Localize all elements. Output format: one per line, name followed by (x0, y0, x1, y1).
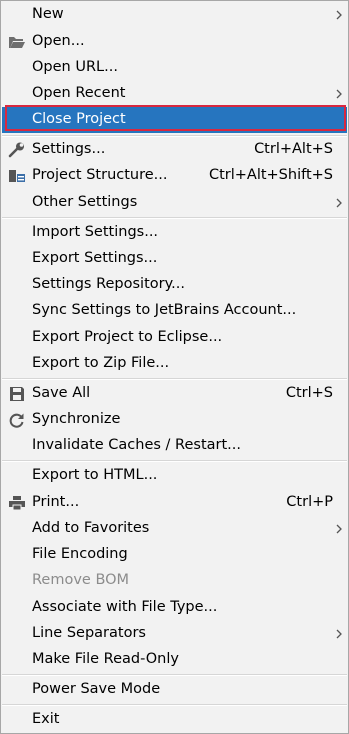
menu-item-print[interactable]: Print... Ctrl+P (2, 490, 347, 516)
printer-icon (9, 496, 25, 511)
menu-item-label: New (32, 6, 64, 22)
menu-item-close-project[interactable]: Close Project (2, 107, 347, 133)
menu-item-other-settings[interactable]: Other Settings (2, 190, 347, 216)
menu-item-label: Export to Zip File... (32, 355, 170, 371)
menu-item-settings[interactable]: Settings... Ctrl+Alt+S (2, 137, 347, 163)
menu-item-make-read-only[interactable]: Make File Read-Only (2, 647, 347, 673)
chevron-right-icon (336, 524, 342, 534)
menu-item-label: Open URL... (32, 59, 118, 75)
menu-item-label: Add to Favorites (32, 520, 150, 536)
chevron-right-icon (336, 198, 342, 208)
menu-item-remove-bom: Remove BOM (2, 568, 347, 594)
menu-item-shortcut: Ctrl+S (285, 385, 333, 401)
menu-item-label: Save All (32, 385, 91, 401)
menu-item-export-eclipse[interactable]: Export Project to Eclipse... (2, 325, 347, 351)
menu-item-label: File Encoding (32, 546, 128, 562)
folder-open-icon (9, 37, 25, 48)
menu-item-label: Open Recent (32, 85, 126, 101)
menu-item-shortcut: Ctrl+Alt+Shift+S (208, 167, 333, 183)
menu-item-label: Export to HTML... (32, 467, 158, 483)
menu-separator (2, 705, 347, 706)
menu-item-power-save[interactable]: Power Save Mode (2, 677, 347, 703)
menu-item-exit[interactable]: Exit (2, 707, 347, 733)
menu-item-label: Other Settings (32, 194, 138, 210)
menu-separator (2, 218, 347, 219)
chevron-right-icon (336, 10, 342, 20)
menu-item-synchronize[interactable]: Synchronize (2, 407, 347, 433)
menu-item-project-structure[interactable]: Project Structure... Ctrl+Alt+Shift+S (2, 163, 347, 189)
menu-item-label: Export Settings... (32, 250, 158, 266)
menu-item-label: Close Project (32, 111, 126, 127)
menu-item-export-settings[interactable]: Export Settings... (2, 246, 347, 272)
menu-item-export-html[interactable]: Export to HTML... (2, 463, 347, 489)
refresh-icon (9, 413, 24, 428)
menu-item-open-url[interactable]: Open URL... (2, 55, 347, 81)
menu-separator (2, 675, 347, 676)
menu-item-export-zip[interactable]: Export to Zip File... (2, 351, 347, 377)
menu-item-label: Synchronize (32, 411, 121, 427)
menu-item-label: Remove BOM (32, 572, 130, 588)
wrench-icon (8, 142, 24, 158)
menu-item-label: Invalidate Caches / Restart... (32, 437, 241, 453)
menu-item-invalidate-caches[interactable]: Invalidate Caches / Restart... (2, 433, 347, 459)
menu-item-label: Open... (32, 33, 85, 49)
menu-separator (2, 379, 347, 380)
file-menu: New Open... Open URL... Open Recent Clos… (0, 0, 349, 734)
menu-item-open[interactable]: Open... (2, 29, 347, 55)
menu-item-label: Import Settings... (32, 224, 159, 240)
menu-item-line-separators[interactable]: Line Separators (2, 621, 347, 647)
menu-item-open-recent[interactable]: Open Recent (2, 81, 347, 107)
menu-item-label: Settings... (32, 141, 106, 157)
menu-item-new[interactable]: New (2, 2, 347, 28)
menu-item-shortcut: Ctrl+Alt+S (254, 141, 333, 157)
menu-item-add-favorites[interactable]: Add to Favorites (2, 516, 347, 542)
menu-item-file-encoding[interactable]: File Encoding (2, 542, 347, 568)
menu-item-label: Settings Repository... (32, 276, 185, 292)
menu-item-label: Exit (32, 711, 60, 727)
chevron-right-icon (336, 629, 342, 639)
project-structure-icon (9, 170, 25, 182)
menu-item-sync-settings[interactable]: Sync Settings to JetBrains Account... (2, 298, 347, 324)
save-icon (10, 387, 24, 401)
menu-item-label: Project Structure... (32, 167, 168, 183)
menu-item-label: Line Separators (32, 625, 146, 641)
menu-item-label: Make File Read-Only (32, 651, 179, 667)
menu-item-import-settings[interactable]: Import Settings... (2, 220, 347, 246)
chevron-right-icon (336, 89, 342, 99)
menu-item-shortcut: Ctrl+P (286, 494, 333, 510)
menu-item-label: Associate with File Type... (32, 599, 218, 615)
menu-item-label: Power Save Mode (32, 681, 161, 697)
menu-item-settings-repository[interactable]: Settings Repository... (2, 272, 347, 298)
menu-item-label: Sync Settings to JetBrains Account... (32, 302, 297, 318)
menu-item-save-all[interactable]: Save All Ctrl+S (2, 381, 347, 407)
menu-item-associate-file-type[interactable]: Associate with File Type... (2, 595, 347, 621)
menu-item-label: Export Project to Eclipse... (32, 329, 223, 345)
menu-separator (2, 461, 347, 462)
menu-item-label: Print... (32, 494, 80, 510)
